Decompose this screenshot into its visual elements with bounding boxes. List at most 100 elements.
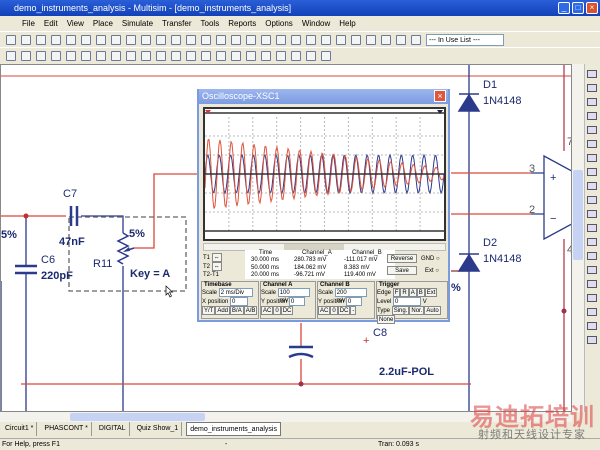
component-icon[interactable] (261, 50, 271, 61)
component-icon[interactable] (156, 50, 166, 61)
t1-arrows-button[interactable]: ⇔ (211, 253, 222, 262)
toolbar-icon[interactable] (261, 34, 271, 45)
component-icon[interactable] (321, 50, 331, 61)
ext-radio[interactable]: ○ (435, 268, 439, 274)
component-icon[interactable] (51, 50, 61, 61)
instrument-icon[interactable] (587, 294, 597, 302)
horizontal-scroll-thumb[interactable] (70, 413, 205, 421)
channel-a-coupling[interactable]: AC (261, 306, 274, 315)
oscilloscope-title-bar[interactable]: Oscilloscope-XSC1 × (199, 89, 448, 104)
instrument-icon[interactable] (587, 238, 597, 246)
instrument-icon[interactable] (587, 308, 597, 316)
channel-a-scale-field[interactable]: 100 mV/Div (277, 288, 310, 304)
menu-reports[interactable]: Reports (228, 19, 256, 28)
cursor-t2[interactable]: T2 ⇔ (203, 262, 222, 271)
timebase-mode-y-t[interactable]: Y/T (202, 306, 216, 315)
minimize-button[interactable]: _ (558, 2, 570, 14)
component-icon[interactable] (141, 50, 151, 61)
x-position-field[interactable]: 0 (230, 297, 249, 306)
trigger-level-field[interactable]: 0 (393, 297, 422, 306)
instrument-icon[interactable] (587, 112, 597, 120)
toolbar-icon[interactable] (201, 34, 211, 45)
toolbar-icon[interactable] (186, 34, 196, 45)
channel-b-coupling[interactable]: - (350, 306, 357, 315)
instrument-icon[interactable] (587, 196, 597, 204)
trigger-edge[interactable]: Ext (424, 288, 438, 297)
channel-b-scale-field[interactable]: 200 mV/Div (334, 288, 367, 304)
toolbar-icon[interactable] (216, 34, 226, 45)
component-icon[interactable] (21, 50, 31, 61)
gnd-radio[interactable]: ○ (436, 256, 440, 262)
instrument-icon[interactable] (587, 224, 597, 232)
instrument-icon[interactable] (587, 140, 597, 148)
component-icon[interactable] (36, 50, 46, 61)
instrument-icon[interactable] (587, 336, 597, 344)
trigger-edge[interactable]: F (392, 288, 401, 297)
channel-b-coupling[interactable]: DC (337, 306, 351, 315)
instrument-icon[interactable] (587, 210, 597, 218)
toolbar-icon[interactable] (381, 34, 391, 45)
component-icon[interactable] (111, 50, 121, 61)
potentiometer-r11[interactable] (116, 232, 130, 265)
oscilloscope-screen[interactable] (203, 107, 446, 241)
instrument-icon[interactable] (587, 252, 597, 260)
timebase-scale-field[interactable]: 2 ms/Div (218, 288, 253, 297)
menu-options[interactable]: Options (265, 19, 293, 28)
toolbar-icon[interactable] (36, 34, 46, 45)
trigger-type[interactable]: None (377, 315, 396, 324)
timebase-mode-add[interactable]: Add (215, 306, 231, 315)
t2-arrows-button[interactable]: ⇔ (211, 262, 222, 271)
component-icon[interactable] (81, 50, 91, 61)
trigger-type[interactable]: Nor. (409, 306, 425, 315)
toolbar-icon[interactable] (141, 34, 151, 45)
component-icon[interactable] (306, 50, 316, 61)
menu-tools[interactable]: Tools (201, 19, 220, 28)
component-icon[interactable] (246, 50, 256, 61)
toolbar-icon[interactable] (81, 34, 91, 45)
channel-b-y-position-field[interactable]: 0 (345, 297, 362, 306)
toolbar-icon[interactable] (126, 34, 136, 45)
timebase-mode-b-a[interactable]: B/A (230, 306, 244, 315)
save-button[interactable]: Save (387, 266, 417, 275)
instrument-icon[interactable] (587, 266, 597, 274)
toolbar-icon[interactable] (156, 34, 166, 45)
tab-2[interactable]: DIGITAL (96, 422, 130, 436)
tab-1[interactable]: PHASCONT * (41, 422, 92, 436)
vertical-scroll-thumb[interactable] (573, 170, 583, 260)
channel-a-coupling[interactable]: DC (280, 306, 294, 315)
toolbar-icon[interactable] (291, 34, 301, 45)
toolbar-icon[interactable] (6, 34, 16, 45)
menu-place[interactable]: Place (93, 19, 113, 28)
instrument-icon[interactable] (587, 126, 597, 134)
toolbar-icon[interactable] (351, 34, 361, 45)
menu-edit[interactable]: Edit (44, 19, 58, 28)
trigger-edge[interactable]: R (400, 288, 409, 297)
oscilloscope-close-button[interactable]: × (434, 90, 446, 102)
timebase-mode-a-b[interactable]: A/B (243, 306, 258, 315)
menu-window[interactable]: Window (302, 19, 330, 28)
toolbar-icon[interactable] (21, 34, 31, 45)
instrument-icon[interactable] (587, 98, 597, 106)
maximize-button[interactable]: □ (572, 2, 584, 14)
close-button[interactable]: × (586, 2, 598, 14)
toolbar-icon[interactable] (96, 34, 106, 45)
instrument-icon[interactable] (587, 154, 597, 162)
component-icon[interactable] (216, 50, 226, 61)
diode-d2[interactable] (457, 253, 481, 272)
component-icon[interactable] (126, 50, 136, 61)
channel-a-y-position-field[interactable]: 0 (288, 297, 305, 306)
component-icon[interactable] (6, 50, 16, 61)
toolbar-icon[interactable] (246, 34, 256, 45)
toolbar-icon[interactable] (396, 34, 406, 45)
trigger-edge[interactable]: B (416, 288, 425, 297)
instrument-icon[interactable] (587, 182, 597, 190)
menu-file[interactable]: File (22, 19, 35, 28)
component-icon[interactable] (201, 50, 211, 61)
tab-4[interactable]: demo_instruments_analysis (186, 422, 281, 436)
instrument-icon[interactable] (587, 280, 597, 288)
cursor-t1[interactable]: T1 ⇔ (203, 253, 222, 262)
tab-0[interactable]: Circuit1 * (2, 422, 38, 436)
toolbar-icon[interactable] (306, 34, 316, 45)
toolbar-icon[interactable] (321, 34, 331, 45)
component-icon[interactable] (66, 50, 76, 61)
